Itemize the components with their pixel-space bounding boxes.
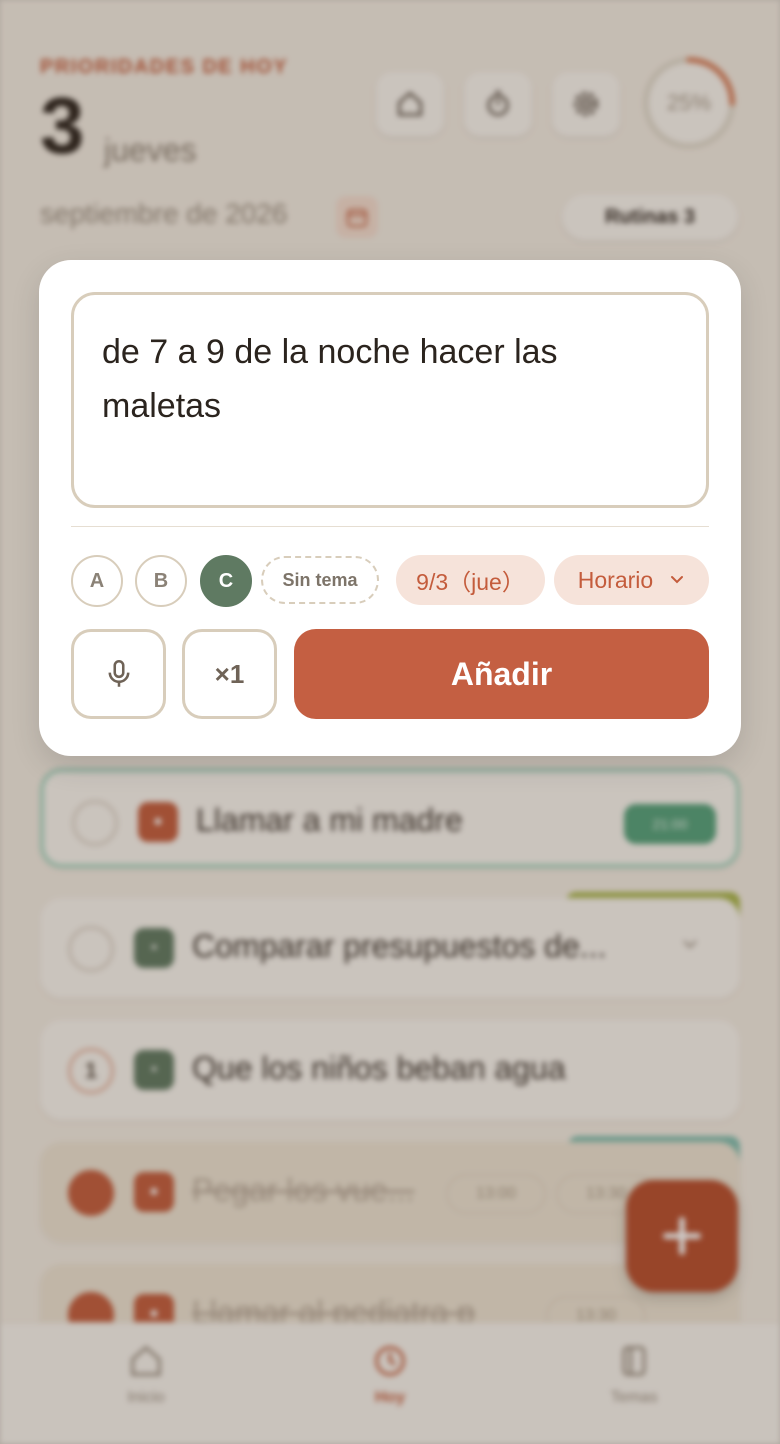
priority-a-button[interactable]: A [71,555,123,607]
schedule-label: Horario [577,566,654,593]
add-button[interactable]: Añadir [294,629,709,719]
add-task-modal: de 7 a 9 de la noche hacer las maletas A… [39,260,741,756]
no-topic-chip[interactable]: Sin tema [261,556,379,604]
chevron-down-icon [671,576,684,584]
schedule-chip[interactable]: Horario [554,555,709,605]
date-chip[interactable]: 9/3（jue） [396,555,545,605]
microphone-icon [108,659,129,687]
priority-b-button[interactable]: B [135,555,187,607]
task-text-input[interactable]: de 7 a 9 de la noche hacer las maletas [71,292,709,508]
voice-input-button[interactable] [71,629,166,719]
priority-c-button[interactable]: C [200,555,252,607]
repeat-count-button[interactable]: ×1 [182,629,277,719]
divider [71,526,709,527]
